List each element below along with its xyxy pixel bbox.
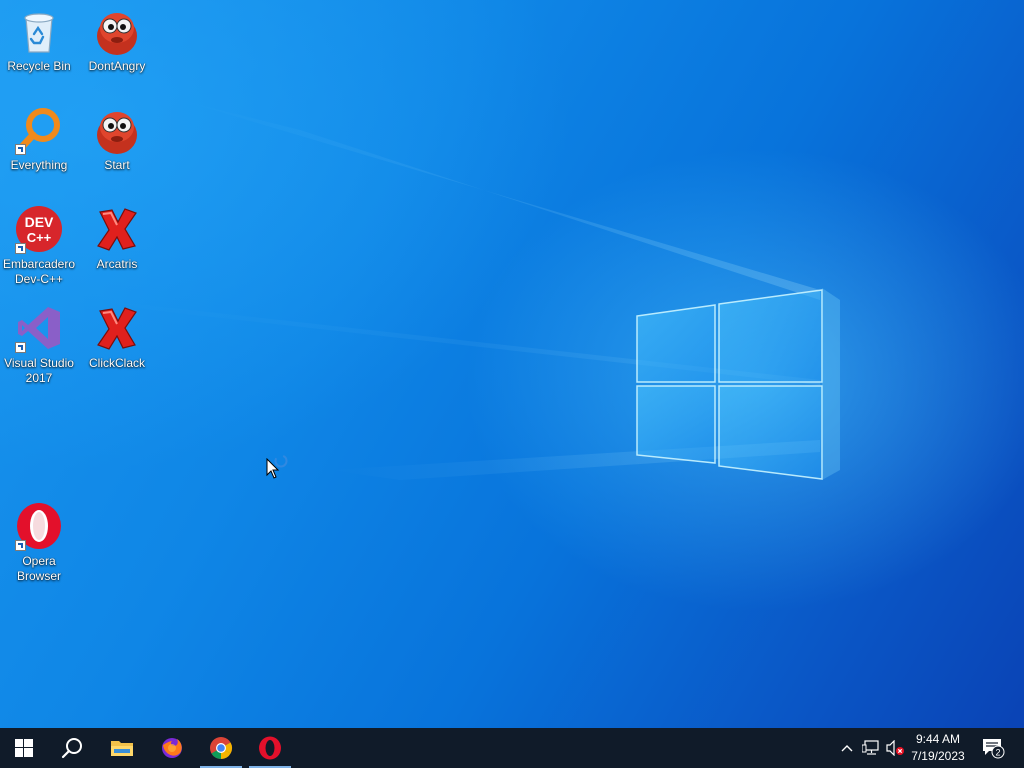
network-icon — [862, 740, 879, 755]
desktop-icon-clickclack[interactable]: ClickClack — [78, 299, 156, 389]
desktop-icon-opera[interactable]: Opera Browser — [0, 497, 78, 587]
network-button[interactable] — [860, 728, 882, 768]
everything-icon — [14, 105, 64, 155]
opera-button[interactable] — [246, 728, 294, 768]
shortcut-arrow-icon — [15, 243, 26, 254]
desktop-icon-dontangry[interactable]: DontAngry — [78, 2, 156, 92]
opera-icon — [259, 736, 281, 760]
volume-muted-icon — [886, 740, 904, 756]
desktop-icon-label: ClickClack — [88, 356, 145, 370]
shortcut-arrow-icon — [15, 540, 26, 551]
desktop-icon-recycle-bin[interactable]: Recycle Bin — [0, 2, 78, 92]
desktop-icon-label: DontAngry — [88, 59, 146, 73]
search-button[interactable] — [48, 728, 96, 768]
desktop-icon-everything[interactable]: Everything — [0, 101, 78, 191]
desktop-icon-start[interactable]: Start — [78, 101, 156, 191]
visual-studio-icon — [14, 303, 64, 353]
windows-logo-icon — [15, 739, 33, 757]
notification-icon: 2 — [983, 739, 1005, 759]
start-button[interactable] — [0, 728, 48, 768]
opera-icon — [14, 501, 64, 551]
recycle-bin-icon — [14, 6, 64, 56]
desktop-icon-arcatris[interactable]: Arcatris — [78, 200, 156, 290]
devcpp-badge-top: DEV — [25, 214, 54, 230]
mouse-pointer-icon — [266, 458, 280, 479]
desktop-icon-label: Opera Browser — [16, 554, 61, 583]
desktop-icon-label: Arcatris — [96, 257, 138, 271]
devcpp-icon: DEV C++ — [14, 204, 64, 254]
folder-icon — [111, 741, 133, 756]
clock-date: 7/19/2023 — [911, 749, 965, 763]
search-icon — [61, 738, 82, 759]
firefox-icon — [162, 738, 182, 758]
action-center-button[interactable]: 2 — [978, 728, 1008, 768]
arcatris-icon — [92, 204, 142, 254]
dontangry-icon — [92, 6, 142, 56]
firefox-button[interactable] — [148, 728, 196, 768]
shortcut-arrow-icon — [15, 144, 26, 155]
desktop[interactable]: Recycle Bin DontAngry Everything Start D… — [0, 0, 1024, 728]
chevron-up-icon — [841, 745, 853, 752]
desktop-icon-visual-studio[interactable]: Visual Studio 2017 — [0, 299, 78, 389]
volume-button[interactable] — [884, 728, 906, 768]
desktop-icon-label: Visual Studio 2017 — [4, 356, 74, 385]
file-explorer-button[interactable] — [98, 728, 146, 768]
shortcut-arrow-icon — [15, 342, 26, 353]
taskbar: 9:44 AM 7/19/2023 2 — [0, 728, 1024, 768]
start-app-icon — [92, 105, 142, 155]
desktop-icon-label: Recycle Bin — [7, 59, 71, 73]
clickclack-icon — [92, 303, 142, 353]
notification-count: 2 — [995, 748, 1000, 758]
desktop-icon-label: Embarcadero Dev-C++ — [2, 257, 76, 286]
clock-time: 9:44 AM — [915, 732, 961, 746]
desktop-icon-devcpp[interactable]: DEV C++ Embarcadero Dev-C++ — [0, 200, 78, 290]
devcpp-badge-bottom: C++ — [27, 230, 52, 245]
desktop-icon-label: Start — [104, 158, 130, 172]
show-hidden-icons-button[interactable] — [838, 728, 856, 768]
chrome-button[interactable] — [197, 728, 245, 768]
desktop-icon-label: Everything — [10, 158, 68, 172]
clock[interactable]: 9:44 AM 7/19/2023 — [906, 731, 970, 765]
chrome-icon — [210, 737, 232, 759]
